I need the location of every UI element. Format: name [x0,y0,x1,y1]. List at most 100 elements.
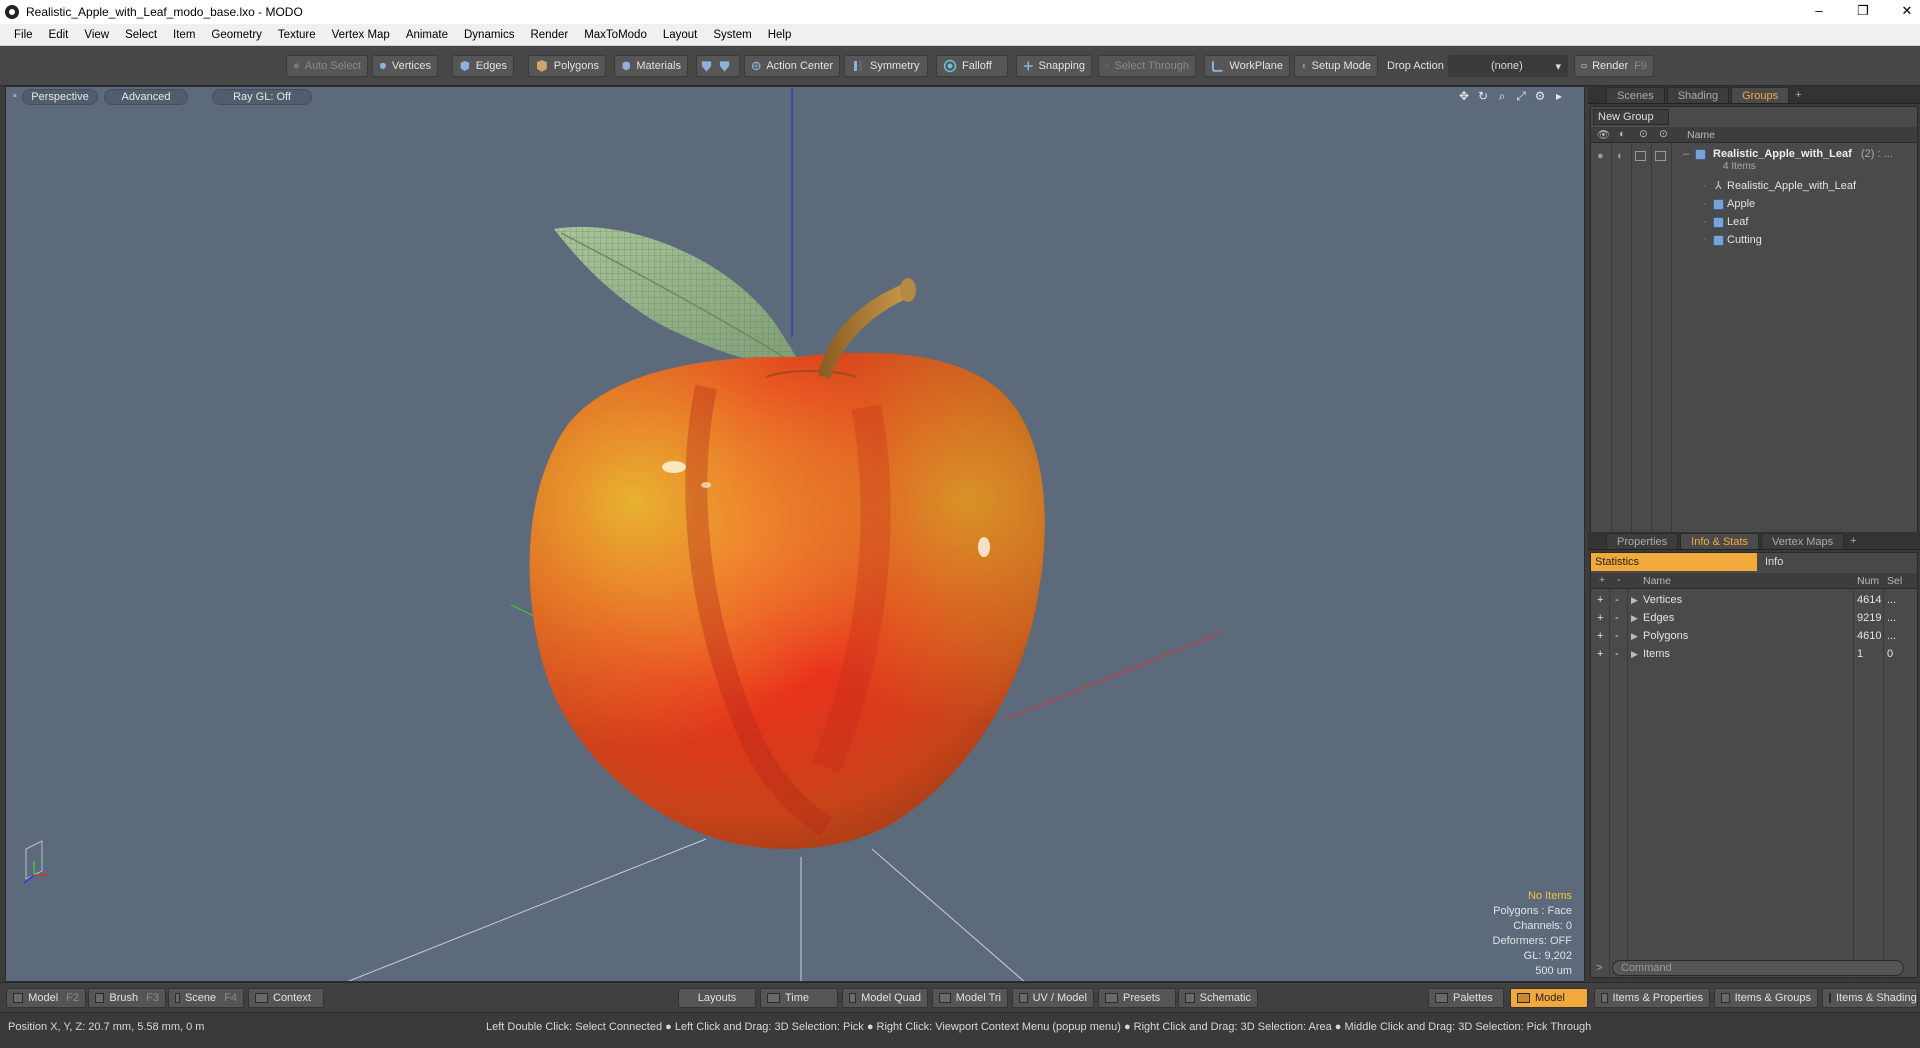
group-item-row[interactable]: · Leaf [1591,213,1917,231]
collapse-icon[interactable]: - [1615,645,1619,663]
fit-view-icon[interactable]: ⤢ [1514,89,1528,103]
menu-texture[interactable]: Texture [270,29,324,41]
model-layout-button[interactable]: Model [1510,988,1588,1008]
menu-render[interactable]: Render [522,29,576,41]
menu-edit[interactable]: Edit [41,29,77,41]
items-shading-button[interactable]: Items & Shading [1822,988,1918,1008]
zoom-view-icon[interactable]: ⌕ [1495,89,1509,103]
expand-icon[interactable]: + [1597,591,1603,609]
minimize-button[interactable]: – [1796,0,1842,24]
presets-button[interactable]: Presets [1098,988,1176,1008]
context-button[interactable]: Context [248,988,324,1008]
tab-shading[interactable]: Shading [1666,87,1730,103]
view-mode-button[interactable]: Perspective [22,89,98,105]
items-properties-button[interactable]: Items & Properties [1594,988,1710,1008]
leaf-object[interactable] [554,226,802,368]
falloff-button[interactable]: Falloff [936,55,1008,77]
edges-button[interactable]: Edges [452,55,514,77]
menu-help[interactable]: Help [760,29,800,41]
maximize-button[interactable]: ❐ [1840,0,1886,24]
viewport-menu-icon[interactable]: ▪ [8,89,22,105]
menu-view[interactable]: View [76,29,117,41]
collapse-all-icon[interactable]: - [1617,574,1621,586]
expand-all-icon[interactable]: + [1599,574,1605,586]
palettes-button[interactable]: Palettes [1428,988,1504,1008]
viewport-scene[interactable] [6,87,1585,982]
select-toggle-icon[interactable]: ⊙ [1659,128,1668,140]
shading-mode-button[interactable]: Advanced [104,89,188,105]
brush-mode-button[interactable]: Brush F3 [88,988,166,1008]
uv-model-button[interactable]: UV / Model [1012,988,1094,1008]
setup-mode-button[interactable]: Setup Mode [1294,55,1378,77]
selection-sets-buttons[interactable] [696,55,740,77]
gear-icon[interactable]: ⚙ [1533,89,1547,103]
collapse-icon[interactable]: - [1615,591,1619,609]
model-mode-button[interactable]: Model F2 [6,988,86,1008]
items-groups-button[interactable]: Items & Groups [1714,988,1818,1008]
lock-toggle-icon[interactable] [1635,151,1646,161]
workplane-button[interactable]: WorkPlane [1204,55,1290,77]
collapse-icon[interactable]: – [1683,145,1689,163]
render-toggle-icon[interactable]: ◐ [1619,128,1625,140]
info-subtab[interactable]: Info [1757,553,1917,571]
tab-groups[interactable]: Groups [1731,87,1790,103]
move-view-icon[interactable]: ✥ [1457,89,1471,103]
expand-icon[interactable]: + [1597,627,1603,645]
time-button[interactable]: Time [760,988,838,1008]
rotate-view-icon[interactable]: ↻ [1476,89,1490,103]
command-input[interactable]: Command [1612,960,1904,976]
stats-row[interactable]: + - ▶ Vertices 4614 ... [1591,591,1917,609]
render-toggle-icon[interactable]: ◐ [1617,147,1624,165]
scene-mode-button[interactable]: Scene F4 [168,988,244,1008]
add-tab-icon[interactable]: + [1846,533,1860,549]
tab-vertex-maps[interactable]: Vertex Maps [1761,533,1845,549]
menu-dynamics[interactable]: Dynamics [456,29,522,41]
stats-row[interactable]: + - ▶ Polygons 4610 ... [1591,627,1917,645]
name-column-header[interactable]: Name [1687,129,1715,141]
lock-icon[interactable]: ⊙ [1639,128,1648,140]
materials-button[interactable]: Materials [614,55,688,77]
symmetry-button[interactable]: Symmetry [844,55,928,77]
disclosure-triangle-icon[interactable]: ▶ [1631,609,1638,627]
tab-scenes[interactable]: Scenes [1606,87,1665,103]
polygons-button[interactable]: Polygons [528,55,606,77]
statistics-subtab[interactable]: Statistics [1591,553,1757,571]
menu-geometry[interactable]: Geometry [203,29,270,41]
select-toggle-icon[interactable] [1655,151,1666,161]
add-tab-icon[interactable]: + [1791,87,1805,103]
group-item-row[interactable]: · Cutting [1591,231,1917,249]
disclosure-triangle-icon[interactable]: ▶ [1631,591,1638,609]
menu-system[interactable]: System [705,29,759,41]
stats-row[interactable]: + - ▶ Items 1 0 [1591,645,1917,663]
collapse-icon[interactable]: - [1615,609,1619,627]
model-tri-button[interactable]: Model Tri [932,988,1008,1008]
expand-icon[interactable]: + [1597,645,1603,663]
menu-layout[interactable]: Layout [655,29,706,41]
disclosure-triangle-icon[interactable]: ▶ [1631,627,1638,645]
menu-maxtomodo[interactable]: MaxToModo [576,29,655,41]
model-quad-button[interactable]: Model Quad [842,988,928,1008]
group-item-row[interactable]: · ⅄ Realistic_Apple_with_Leaf [1591,177,1917,195]
group-item-row[interactable]: · Apple [1591,195,1917,213]
menu-select[interactable]: Select [117,29,165,41]
new-group-button[interactable]: New Group [1593,109,1669,125]
play-icon[interactable]: ▸ [1552,89,1566,103]
visibility-icon[interactable]: ● [1597,147,1604,165]
tab-properties[interactable]: Properties [1606,533,1679,549]
expand-icon[interactable]: + [1597,609,1603,627]
group-row[interactable]: ● ◐ – Realistic_Apple_with_Leaf (2) : ..… [1591,145,1917,175]
snapping-button[interactable]: Snapping [1016,55,1092,77]
stats-row[interactable]: + - ▶ Edges 9219 ... [1591,609,1917,627]
raygl-button[interactable]: Ray GL: Off [212,89,312,105]
collapse-icon[interactable]: - [1615,627,1619,645]
3d-viewport[interactable]: ▪ Perspective Advanced Ray GL: Off ✥ ↻ ⌕… [5,86,1585,982]
auto-select-button[interactable]: Auto Select [286,55,368,77]
menu-vertex-map[interactable]: Vertex Map [324,29,398,41]
disclosure-triangle-icon[interactable]: ▶ [1631,645,1638,663]
vertices-button[interactable]: Vertices [372,55,438,77]
schematic-button[interactable]: Schematic [1178,988,1258,1008]
menu-file[interactable]: File [6,29,41,41]
menu-item[interactable]: Item [165,29,203,41]
render-button[interactable]: Render F9 [1574,55,1654,77]
close-button[interactable]: ✕ [1884,0,1920,24]
